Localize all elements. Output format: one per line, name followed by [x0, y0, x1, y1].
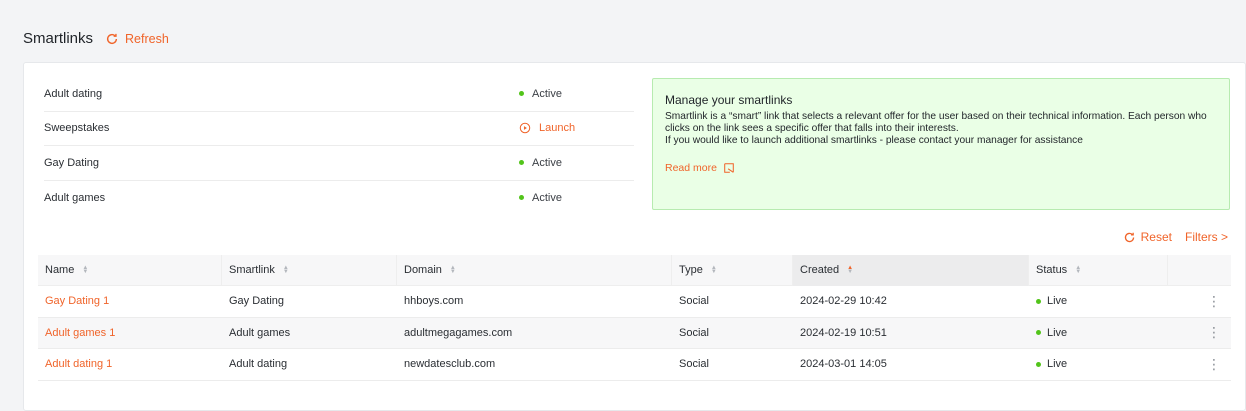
column-header-type[interactable]: Type ▲ ▼: [672, 254, 793, 286]
smartlink-row: Adult games Active: [44, 181, 634, 216]
info-title: Manage your smartlinks: [665, 93, 793, 107]
row-domain: hhboys.com: [404, 295, 464, 308]
page-header: Smartlinks Refresh: [23, 30, 169, 47]
row-smartlink: Adult dating: [229, 358, 288, 371]
read-more-link[interactable]: Read more: [665, 162, 1217, 174]
smartlink-status: Active: [519, 88, 634, 100]
play-circle-icon: [519, 123, 531, 134]
row-menu-icon[interactable]: ⋮: [1168, 324, 1231, 341]
smartlink-list: Adult dating Active Sweepstakes Launch G…: [44, 77, 634, 215]
table-header: Name ▲ ▼ Smartlink ▲ ▼ Domain ▲ ▼ Type ▲ ▼ Creat…: [38, 254, 1231, 286]
live-dot-icon: [1036, 298, 1041, 304]
refresh-label: Refresh: [125, 31, 169, 46]
row-smartlink: Adult games: [229, 326, 291, 339]
filters-button[interactable]: Filters >: [1185, 230, 1228, 244]
column-header-name[interactable]: Name ▲ ▼: [38, 254, 222, 286]
refresh-button[interactable]: Refresh: [105, 32, 169, 46]
row-type: Social: [679, 326, 709, 339]
active-dot-icon: [519, 160, 524, 166]
smartlink-status: Active: [519, 157, 634, 169]
row-menu-icon[interactable]: ⋮: [1168, 293, 1231, 310]
smartlink-row: Sweepstakes Launch: [44, 112, 634, 146]
sort-icon: ▲ ▼: [710, 265, 717, 275]
column-header-domain[interactable]: Domain ▲ ▼: [397, 254, 672, 286]
info-text-contact: If you would like to launch additional s…: [665, 135, 1083, 146]
row-status: Live: [1029, 327, 1168, 339]
external-link-icon: [724, 163, 734, 173]
row-smartlink: Gay Dating: [229, 295, 285, 308]
column-header-smartlink[interactable]: Smartlink ▲ ▼: [222, 254, 397, 286]
smartlinks-card: Adult dating Active Sweepstakes Launch G…: [23, 62, 1246, 411]
row-created: 2024-02-29 10:42: [800, 295, 887, 308]
row-status: Live: [1029, 295, 1168, 307]
row-name-link[interactable]: Adult dating 1: [38, 358, 222, 370]
active-dot-icon: [519, 195, 524, 201]
row-type: Social: [679, 358, 709, 371]
smartlink-row: Adult dating Active: [44, 77, 634, 112]
launch-button[interactable]: Launch: [519, 122, 634, 134]
row-created: 2024-03-01 14:05: [800, 358, 887, 371]
smartlink-name: Sweepstakes: [44, 122, 110, 135]
smartlink-name: Adult dating: [44, 87, 103, 100]
table-actions: Reset Filters >: [1123, 230, 1228, 244]
row-menu-icon[interactable]: ⋮: [1168, 356, 1231, 373]
reset-button[interactable]: Reset: [1123, 230, 1172, 244]
reset-icon: [1124, 232, 1134, 242]
row-name-link[interactable]: Gay Dating 1: [38, 295, 222, 307]
sort-icon: ▲ ▼: [282, 265, 289, 275]
active-dot-icon: [519, 91, 524, 97]
smartlink-name: Gay Dating: [44, 156, 100, 169]
info-panel: Manage your smartlinks Smartlink is a “s…: [652, 78, 1230, 210]
smartlink-name: Adult games: [44, 191, 106, 204]
table-row: Adult dating 1 Adult dating newdatesclub…: [38, 349, 1231, 381]
live-dot-icon: [1036, 361, 1041, 367]
row-domain: newdatesclub.com: [404, 358, 496, 371]
sort-icon: ▲ ▼: [847, 265, 854, 275]
smartlink-status: Active: [519, 192, 634, 204]
info-text: Smartlink is a “smart” link that selects…: [665, 111, 1207, 134]
table-row: Adult games 1 Adult games adultmegagames…: [38, 317, 1231, 349]
row-domain: adultmegagames.com: [404, 326, 513, 339]
row-created: 2024-02-19 10:51: [800, 326, 887, 339]
smartlink-row: Gay Dating Active: [44, 146, 634, 181]
row-status: Live: [1029, 358, 1168, 370]
sort-icon: ▲ ▼: [82, 265, 89, 275]
column-header-actions: [1168, 255, 1231, 286]
page-title: Smartlinks: [23, 30, 94, 47]
smartlinks-table: Name ▲ ▼ Smartlink ▲ ▼ Domain ▲ ▼ Type ▲ ▼ Creat…: [38, 254, 1231, 381]
row-name-link[interactable]: Adult games 1: [38, 327, 222, 339]
refresh-icon: [106, 33, 118, 44]
row-type: Social: [679, 295, 709, 308]
sort-icon: ▲ ▼: [449, 265, 456, 275]
live-dot-icon: [1036, 330, 1041, 336]
sort-icon: ▲ ▼: [1075, 265, 1082, 275]
column-header-created[interactable]: Created ▲ ▼: [793, 254, 1029, 286]
column-header-status[interactable]: Status ▲ ▼: [1029, 254, 1168, 286]
table-row: Gay Dating 1 Gay Dating hhboys.com Socia…: [38, 286, 1231, 318]
